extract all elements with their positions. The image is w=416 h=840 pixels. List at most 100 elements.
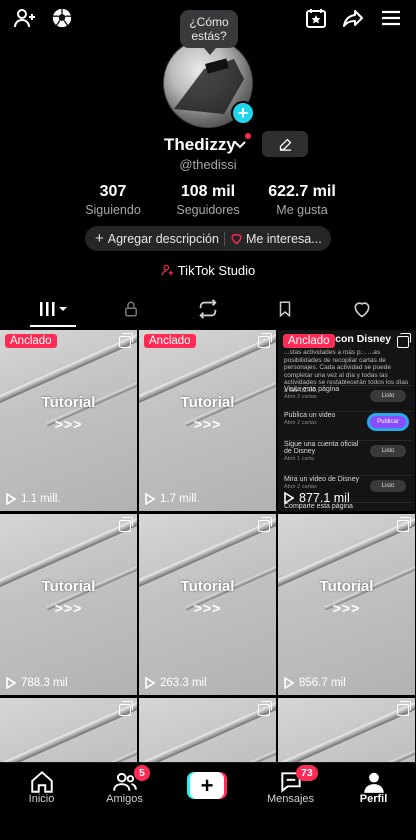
disney-task-row: Visita esta página Abrir 2 cartas Listo [284, 385, 412, 409]
stat-value: 108 mil [180, 183, 236, 200]
stat-followers[interactable]: 108 mil Seguidores [168, 183, 248, 217]
play-icon [284, 677, 294, 689]
thumbnail-arrows: >>> [54, 416, 83, 432]
pinned-badge: Anclado [283, 334, 335, 348]
tab-reposts[interactable] [166, 292, 249, 326]
play-icon [6, 493, 16, 505]
thumbnail-arrows: >>> [54, 600, 83, 616]
status-bubble[interactable]: ¿Cómo estás? [180, 10, 238, 55]
tab-liked[interactable] [320, 292, 403, 326]
nav-label: Mensajes [266, 793, 315, 805]
stat-following[interactable]: 307 Siguiendo [78, 183, 148, 217]
active-tab-indicator [30, 325, 76, 327]
stat-likes[interactable]: 622.7 mil Me gusta [262, 183, 342, 217]
menu-icon[interactable] [378, 5, 404, 31]
add-description-button[interactable]: Agregar descripción [108, 232, 219, 246]
view-count: 1.1 mill. [6, 493, 61, 505]
edit-profile-button[interactable] [262, 131, 308, 157]
home-icon [31, 770, 53, 793]
create-button[interactable]: + [187, 772, 227, 799]
multi-photo-icon [397, 333, 411, 348]
nav-label: Inicio [28, 793, 55, 805]
play-icon [145, 677, 155, 689]
view-count: 856.7 mil [284, 677, 346, 689]
view-count: 1.7 mill. [145, 493, 200, 505]
chevron-down-icon[interactable] [233, 138, 247, 152]
tab-saved[interactable] [243, 292, 326, 326]
view-count-text: 1.1 mill. [21, 493, 61, 505]
calendar-star-icon[interactable] [303, 5, 329, 31]
thumbnail-arrows: >>> [193, 600, 222, 616]
video-thumbnail[interactable]: Tutorial >>> 856.7 mil [278, 514, 415, 695]
lock-icon [124, 301, 137, 317]
play-icon [284, 492, 294, 504]
thumbnail-arrows: >>> [193, 416, 222, 432]
soccer-ball-icon[interactable] [49, 5, 75, 31]
video-thumbnail[interactable]: Tutorial >>> Anclado 1.1 mill. [0, 330, 137, 511]
task-title: Sigue una cuenta oficial de Disney [284, 441, 359, 455]
multi-photo-icon [119, 701, 133, 716]
friends-badge: 5 [134, 765, 150, 781]
tiktok-studio-link[interactable]: TikTok Studio [0, 263, 416, 278]
nav-label: Amigos [106, 793, 143, 805]
view-count: 788.3 mil [6, 677, 68, 689]
inbox-badge: 73 [296, 765, 318, 781]
share-icon[interactable] [340, 5, 366, 31]
tab-videos[interactable] [12, 292, 95, 326]
repost-icon [198, 299, 217, 319]
view-count: 263.3 mil [145, 677, 207, 689]
video-thumbnail[interactable]: Tutorial >>> 788.3 mil [0, 514, 137, 695]
view-count-text: 856.7 mil [299, 677, 346, 689]
video-thumbnail[interactable]: Juega con Disney ...stas actividades a m… [278, 330, 415, 511]
stat-label: Me gusta [276, 203, 328, 217]
nav-friends[interactable]: 5 Amigos [83, 763, 166, 823]
username: @thedissi [179, 157, 237, 172]
multi-photo-icon [258, 517, 272, 532]
bottom-nav: Inicio 5 Amigos + 73 Mensajes Perfil [0, 762, 416, 840]
video-thumbnail[interactable] [0, 698, 137, 762]
pinned-badge: Anclado [5, 334, 57, 348]
nav-label: Perfil [359, 793, 388, 805]
plus-icon[interactable]: + [95, 230, 104, 247]
view-count-text: 788.3 mil [21, 677, 68, 689]
task-button: Listo [370, 390, 406, 402]
view-count-text: 1.7 mill. [160, 493, 200, 505]
nav-home[interactable]: Inicio [0, 763, 83, 823]
profile-tabs [0, 292, 416, 327]
add-avatar-button[interactable]: + [231, 101, 255, 125]
thumbnail-title: Tutorial [180, 578, 235, 595]
add-friend-icon[interactable] [12, 5, 38, 31]
video-thumbnail[interactable]: Tutorial >>> Anclado 1.7 mill. [139, 330, 276, 511]
view-count-text: 877.1 mil [299, 491, 350, 505]
bookmark-icon [279, 301, 290, 318]
view-count-text: 263.3 mil [160, 677, 207, 689]
video-thumbnail[interactable]: Tutorial >>> 263.3 mil [139, 514, 276, 695]
nav-profile[interactable]: Perfil [332, 763, 415, 823]
studio-label: TikTok Studio [177, 263, 256, 278]
pencil-icon [279, 138, 291, 151]
name-row: Thedizzy [0, 132, 416, 158]
tab-private[interactable] [89, 292, 172, 326]
interests-button[interactable]: Me interesa... [246, 232, 322, 246]
nav-inbox[interactable]: 73 Mensajes [249, 763, 332, 823]
video-thumbnail[interactable] [139, 698, 276, 762]
video-thumbnail[interactable] [278, 698, 415, 762]
bio-actions: + Agregar descripción Me interesa... [85, 226, 331, 251]
multi-photo-icon [258, 333, 272, 348]
multi-photo-icon [119, 517, 133, 532]
studio-icon [161, 264, 173, 276]
heart-icon[interactable] [230, 232, 243, 245]
video-grid: Tutorial >>> Anclado 1.1 mill. Tutorial … [0, 330, 416, 762]
thumbnail-title: Tutorial [41, 394, 96, 411]
stat-label: Seguidores [176, 203, 240, 217]
thumbnail-title: Tutorial [41, 578, 96, 595]
profile-icon [364, 772, 384, 793]
stat-value: 307 [99, 183, 127, 200]
pinned-badge: Anclado [144, 334, 196, 348]
create-plus-icon: + [190, 772, 224, 799]
view-count: 877.1 mil [284, 491, 350, 505]
display-name[interactable]: Thedizzy [164, 135, 236, 155]
multi-photo-icon [397, 517, 411, 532]
stats-row: 307 Siguiendo 108 mil Seguidores 622.7 m… [0, 183, 416, 219]
task-button: Listo [370, 480, 406, 492]
